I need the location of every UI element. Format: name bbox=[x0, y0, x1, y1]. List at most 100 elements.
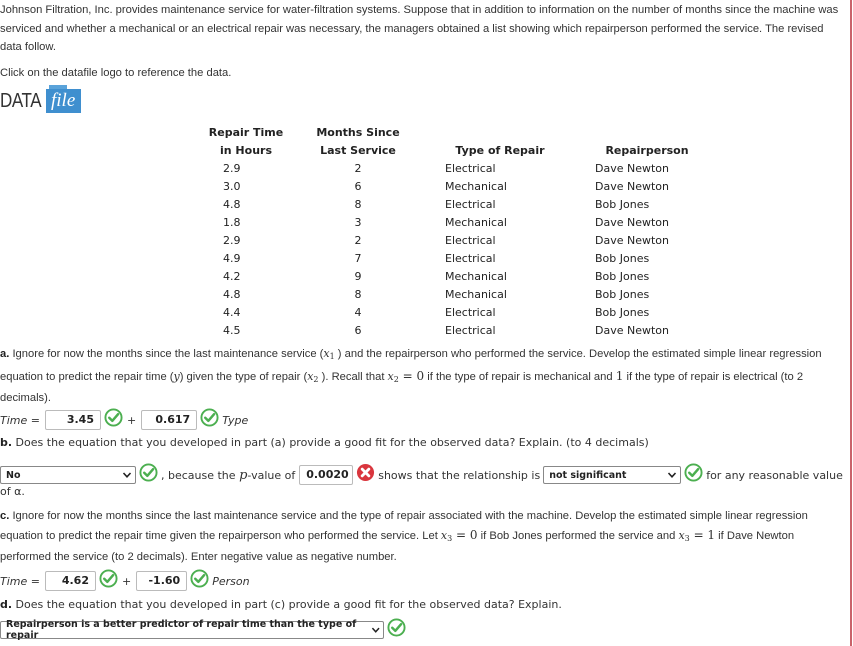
cell-repairperson: Bob Jones bbox=[595, 198, 650, 211]
chevron-down-icon bbox=[371, 627, 380, 633]
header-repairperson: Repairperson bbox=[605, 144, 689, 157]
part-a-label: a. bbox=[0, 348, 10, 360]
header-type-line1 bbox=[414, 124, 564, 142]
part-b-text: for any reasonable value bbox=[706, 468, 843, 482]
datafile-logo-data-text: DATA bbox=[0, 89, 42, 112]
intercept-input-c[interactable]: 4.62 bbox=[44, 571, 96, 591]
header-person-line1 bbox=[564, 124, 707, 142]
cell-repairperson: Dave Newton bbox=[595, 162, 669, 175]
header-repair-time-line2: in Hours bbox=[220, 144, 272, 157]
table-header-row-1: Repair Time Months Since bbox=[190, 124, 707, 142]
datafile-logo-link[interactable]: DATA file bbox=[0, 85, 82, 114]
good-fit-select[interactable]: No bbox=[0, 466, 136, 484]
fit-explanation-select[interactable]: Repairperson is a better predictor of re… bbox=[0, 619, 384, 641]
cell-type-of-repair: Electrical bbox=[445, 162, 496, 175]
eq-zero: = 0 bbox=[452, 527, 478, 542]
part-c-equation: Time = 4.62 + -1.60 Person bbox=[0, 568, 250, 591]
cell-repairperson: Dave Newton bbox=[595, 324, 669, 337]
cell-repairperson: Dave Newton bbox=[595, 234, 669, 247]
cell-months: 6 bbox=[354, 324, 362, 337]
table-row: 3.0 6 Mechanical Dave Newton bbox=[190, 178, 707, 196]
cell-repairperson: Dave Newton bbox=[595, 216, 669, 229]
part-c-label: c. bbox=[0, 510, 10, 522]
correct-check-icon bbox=[99, 568, 118, 588]
part-b-text: -value of bbox=[247, 468, 296, 482]
cell-months: 2 bbox=[354, 234, 362, 247]
table-row: 4.9 7 Electrical Bob Jones bbox=[190, 250, 707, 268]
cell-repair-time: 3.0 bbox=[223, 180, 241, 193]
header-type-of-repair: Type of Repair bbox=[455, 144, 545, 157]
eq-one: = 1 bbox=[689, 527, 716, 542]
cell-months: 4 bbox=[354, 306, 362, 319]
cell-months: 7 bbox=[354, 252, 362, 265]
correct-check-icon bbox=[684, 462, 703, 482]
header-repair-time-line1: Repair Time bbox=[208, 126, 284, 139]
cell-repair-time: 1.8 bbox=[223, 216, 241, 229]
cell-type-of-repair: Electrical bbox=[445, 324, 496, 337]
cell-months: 8 bbox=[354, 198, 362, 211]
part-c-question: c. Ignore for now the months since the l… bbox=[0, 507, 840, 567]
cell-type-of-repair: Mechanical bbox=[445, 288, 507, 301]
table-row: 1.8 3 Mechanical Dave Newton bbox=[190, 214, 707, 232]
slope-input-a[interactable]: 0.617 bbox=[141, 410, 198, 430]
part-b-text: shows that the relationship is bbox=[378, 468, 541, 482]
table-row: 2.9 2 Electrical Dave Newton bbox=[190, 160, 707, 178]
part-c-text: if Bob Jones performed the service and bbox=[477, 529, 679, 542]
header-months-line2: Last Service bbox=[320, 144, 396, 157]
cell-months: 3 bbox=[354, 216, 362, 229]
intro-paragraph: Johnson Filtration, Inc. provides mainte… bbox=[0, 4, 839, 53]
cell-months: 6 bbox=[354, 180, 362, 193]
cell-repair-time: 4.8 bbox=[223, 288, 241, 301]
table-row: 4.5 6 Electrical Dave Newton bbox=[190, 322, 707, 340]
intercept-input-a[interactable]: 3.45 bbox=[44, 410, 101, 430]
part-b-continuation: of α. bbox=[0, 485, 25, 498]
cell-type-of-repair: Electrical bbox=[445, 198, 496, 211]
correct-check-icon bbox=[387, 617, 406, 637]
significance-select[interactable]: not significant bbox=[543, 466, 682, 484]
cell-type-of-repair: Electrical bbox=[445, 252, 496, 265]
part-b-question: b. Does the equation that you developed … bbox=[0, 434, 840, 453]
var-x3: x3 bbox=[678, 528, 690, 543]
eq-zero: = 0 bbox=[398, 368, 425, 383]
var-p: p bbox=[239, 467, 248, 483]
datafile-folder-icon: file bbox=[46, 85, 82, 113]
repair-data-table: Repair Time Months Since in Hours Last S… bbox=[190, 124, 707, 340]
incorrect-x-icon bbox=[357, 463, 375, 481]
time-equals-label: Time = bbox=[0, 413, 40, 427]
part-d-text: Does the equation that you developed in … bbox=[12, 598, 562, 611]
page-right-border bbox=[850, 0, 852, 646]
cell-repair-time: 2.9 bbox=[223, 162, 241, 175]
cell-repair-time: 4.2 bbox=[223, 270, 241, 283]
table-row: 4.2 9 Mechanical Bob Jones bbox=[190, 268, 707, 286]
part-a-question: a. Ignore for now the months since the l… bbox=[0, 345, 840, 408]
table-row: 4.8 8 Electrical Bob Jones bbox=[190, 196, 707, 214]
part-a-text: ). Recall that bbox=[318, 370, 388, 383]
datafile-instruction: Click on the datafile logo to reference … bbox=[0, 66, 232, 79]
cell-repair-time: 2.9 bbox=[223, 234, 241, 247]
part-b-text: , because the bbox=[161, 468, 236, 482]
part-b-text: Does the equation that you developed in … bbox=[12, 436, 649, 449]
var-x3: x3 bbox=[440, 528, 453, 543]
part-a-equation: Time = 3.45 + 0.617 Type bbox=[0, 407, 248, 430]
good-fit-selected-value: No bbox=[6, 469, 21, 481]
significance-selected-value: not significant bbox=[549, 469, 627, 481]
cell-repair-time: 4.5 bbox=[223, 324, 241, 337]
slope-input-c[interactable]: -1.60 bbox=[136, 571, 188, 591]
header-months-line1: Months Since bbox=[316, 126, 400, 139]
plus-sign: + bbox=[126, 413, 137, 427]
chevron-down-icon bbox=[122, 472, 132, 478]
cell-repairperson: Bob Jones bbox=[595, 288, 650, 301]
cell-repairperson: Bob Jones bbox=[595, 306, 650, 319]
cell-months: 9 bbox=[354, 270, 362, 283]
part-b-label: b. bbox=[0, 436, 13, 449]
cell-type-of-repair: Electrical bbox=[445, 234, 496, 247]
cell-repair-time: 4.8 bbox=[223, 198, 241, 211]
cell-type-of-repair: Electrical bbox=[445, 306, 496, 319]
table-row: 2.9 2 Electrical Dave Newton bbox=[190, 232, 707, 250]
cell-months: 8 bbox=[354, 288, 362, 301]
p-value-input[interactable]: 0.0020 bbox=[299, 465, 354, 485]
correct-check-icon bbox=[200, 407, 219, 427]
part-d-answer-row: Repairperson is a better predictor of re… bbox=[0, 617, 409, 641]
part-d-question: d. Does the equation that you developed … bbox=[0, 596, 840, 615]
cell-type-of-repair: Mechanical bbox=[445, 270, 507, 283]
